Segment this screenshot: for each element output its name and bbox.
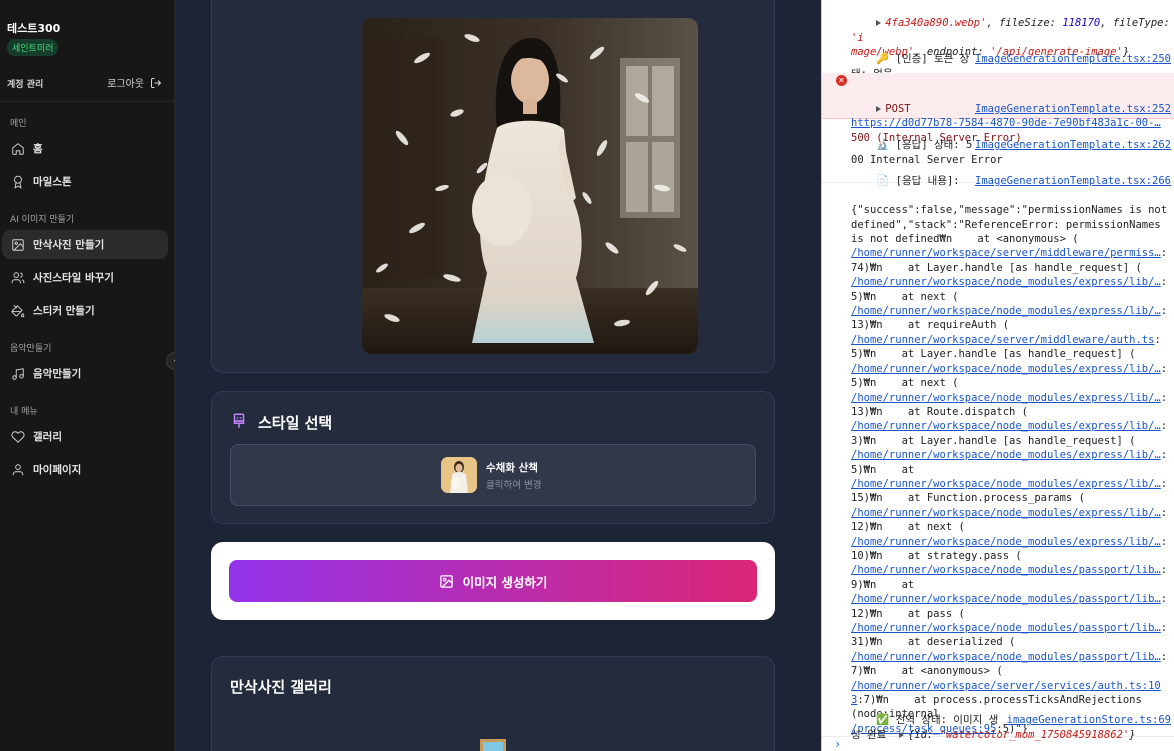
section-title-my-menu: 내 메뉴 bbox=[10, 407, 38, 417]
logout-button[interactable]: 로그아웃 bbox=[107, 75, 162, 90]
home-icon bbox=[12, 142, 24, 155]
log-brace: } bbox=[1129, 728, 1136, 741]
log-method: POST bbox=[885, 102, 911, 115]
stack-source-link[interactable]: /home/runner/workspace/node_modules/expr… bbox=[851, 305, 1161, 317]
sidebar-item-label: 마이페이지 bbox=[33, 464, 82, 476]
sidebar-item-gallery[interactable]: 갤러리 bbox=[2, 422, 168, 451]
log-id: 'watercolor_mom_1750845918862' bbox=[939, 728, 1130, 741]
stack-source-link[interactable]: /home/runner/workspace/server/middleware… bbox=[851, 247, 1161, 259]
devtools-console: 4fa340a890.webp', fileSize: 118170, file… bbox=[821, 0, 1174, 751]
expand-triangle-icon[interactable] bbox=[876, 20, 882, 27]
stack-source-link[interactable]: /home/runner/workspace/node_modules/pass… bbox=[851, 622, 1161, 634]
user-badge: 세인트미러 bbox=[7, 39, 59, 56]
sidebar-item-milestone[interactable]: 마일스톤 bbox=[2, 167, 168, 196]
expand-triangle-icon[interactable] bbox=[898, 731, 904, 738]
gallery-card: 만삭사진 갤러리 bbox=[211, 656, 775, 751]
source-link[interactable]: imageGenerationStore.ts:69 bbox=[1007, 713, 1171, 727]
sidebar-item-label: 홈 bbox=[33, 143, 43, 155]
stack-source-link[interactable]: /home/runner/workspace/node_modules/pass… bbox=[851, 564, 1161, 576]
style-section-title: 스타일 선택 bbox=[258, 414, 333, 432]
log-filesize: 118170 bbox=[1062, 17, 1101, 30]
logout-icon bbox=[151, 77, 162, 88]
sidebar-item-label: 만삭사진 만들기 bbox=[33, 239, 105, 251]
console-error-post: ✕ ImageGenerationTemplate.tsx:252 POST ht… bbox=[822, 73, 1174, 144]
log-key: , fileType: bbox=[1100, 17, 1170, 30]
style-selector[interactable]: 수채화 산책 클릭하여 변경 bbox=[230, 444, 756, 506]
result-image-card bbox=[211, 0, 775, 373]
generated-maternity-image[interactable] bbox=[362, 18, 698, 354]
section-title-music: 음악만들기 bbox=[10, 344, 52, 354]
stack-source-link[interactable]: /home/runner/workspace/node_modules/expr… bbox=[851, 478, 1161, 490]
brand-name: 테스트300 bbox=[7, 22, 61, 35]
paint-bucket-icon bbox=[11, 304, 25, 317]
selected-style-name: 수채화 산책 bbox=[486, 462, 538, 474]
source-link[interactable]: ImageGenerationTemplate.tsx:262 bbox=[975, 138, 1171, 152]
log-str: 4fa340a890.webp' bbox=[885, 17, 987, 30]
sidebar-item-label: 스티커 만들기 bbox=[33, 305, 95, 317]
source-link[interactable]: ImageGenerationTemplate.tsx:266 bbox=[975, 174, 1171, 188]
main-content: 스타일 선택 수채화 산책 클릭하여 변경 이미지 생성하기 만삭사진 갤러리 bbox=[175, 0, 821, 751]
sidebar-item-photo-style[interactable]: 사진스타일 바꾸기 bbox=[2, 263, 168, 292]
sidebar-item-music[interactable]: 음악만들기 bbox=[2, 359, 168, 388]
stack-source-link[interactable]: /home/runner/workspace/node_modules/expr… bbox=[851, 363, 1161, 375]
generate-button-label: 이미지 생성하기 bbox=[462, 574, 548, 590]
source-link[interactable]: ImageGenerationTemplate.tsx:252 bbox=[975, 102, 1171, 116]
section-title-ai-image: AI 이미지 만들기 bbox=[10, 215, 75, 225]
console-prompt[interactable]: › bbox=[834, 737, 841, 751]
stack-text: {"success":false,"message":"permissionNa… bbox=[851, 204, 1174, 246]
style-thumbnail bbox=[441, 457, 477, 493]
sidebar-item-label: 갤러리 bbox=[33, 431, 62, 443]
users-icon bbox=[11, 271, 25, 283]
sidebar-item-maternity-photo[interactable]: 만삭사진 만들기 bbox=[2, 230, 168, 259]
style-selection-card: 스타일 선택 수채화 산책 클릭하여 변경 bbox=[211, 391, 775, 524]
gallery-picture-icon bbox=[480, 739, 506, 751]
sidebar-divider bbox=[0, 101, 175, 102]
sidebar-item-mypage[interactable]: 마이페이지 bbox=[2, 455, 168, 484]
generate-image-button[interactable]: 이미지 생성하기 bbox=[229, 560, 757, 602]
stack-source-link[interactable]: /home/runner/workspace/node_modules/expr… bbox=[851, 392, 1161, 404]
user-icon bbox=[12, 463, 24, 475]
stack-source-link[interactable]: /home/runner/workspace/node_modules/expr… bbox=[851, 536, 1161, 548]
log-key: {id: bbox=[907, 728, 940, 741]
section-title-main: 메인 bbox=[10, 119, 27, 129]
paintbrush-icon bbox=[233, 413, 245, 428]
console-log-store: imageGenerationStore.ts:69 ✅ 전역 상태: 이미지 생… bbox=[822, 699, 1174, 751]
sidebar-item-home[interactable]: 홈 bbox=[2, 134, 168, 163]
stack-source-link[interactable]: /home/runner/workspace/node_modules/expr… bbox=[851, 449, 1161, 461]
music-icon bbox=[12, 367, 24, 380]
console-log-response-body: ImageGenerationTemplate.tsx:266 📄 [응답 내용]… bbox=[822, 160, 1174, 738]
heart-icon bbox=[11, 430, 25, 443]
milestone-icon bbox=[14, 175, 22, 189]
stack-source-link[interactable]: /home/runner/workspace/node_modules/pass… bbox=[851, 651, 1161, 663]
image-icon bbox=[439, 574, 453, 588]
photo-edit-icon bbox=[12, 238, 24, 251]
sidebar-item-sticker[interactable]: 스티커 만들기 bbox=[2, 296, 168, 325]
error-icon: ✕ bbox=[836, 75, 847, 86]
logout-label: 로그아웃 bbox=[107, 79, 144, 90]
generate-panel: 이미지 생성하기 bbox=[211, 542, 775, 620]
stack-source-link[interactable]: /home/runner/workspace/server/middleware… bbox=[851, 334, 1154, 346]
sidebar-item-label: 마일스톤 bbox=[33, 176, 72, 188]
stack-source-link[interactable]: /home/runner/workspace/node_modules/expr… bbox=[851, 420, 1161, 432]
source-link[interactable]: ImageGenerationTemplate.tsx:250 bbox=[975, 52, 1171, 66]
account-management-label[interactable]: 계정 관리 bbox=[7, 77, 43, 90]
log-key: , fileSize: bbox=[986, 17, 1063, 30]
sidebar-item-label: 사진스타일 바꾸기 bbox=[33, 272, 114, 284]
log-text: 📄 [응답 내용]: bbox=[876, 175, 960, 188]
stack-source-link[interactable]: /home/runner/workspace/node_modules/expr… bbox=[851, 276, 1161, 288]
sidebar-item-label: 음악만들기 bbox=[33, 368, 82, 380]
stack-source-link[interactable]: /home/runner/workspace/node_modules/pass… bbox=[851, 593, 1161, 605]
selected-style-hint: 클릭하여 변경 bbox=[486, 480, 542, 491]
stack-source-link[interactable]: /home/runner/workspace/node_modules/expr… bbox=[851, 507, 1161, 519]
sidebar: 테스트300 세인트미러 계정 관리 로그아웃 메인 홈 마일스톤 AI 이미지… bbox=[0, 0, 175, 751]
gallery-title: 만삭사진 갤러리 bbox=[230, 678, 332, 696]
expand-triangle-icon[interactable] bbox=[876, 105, 882, 112]
